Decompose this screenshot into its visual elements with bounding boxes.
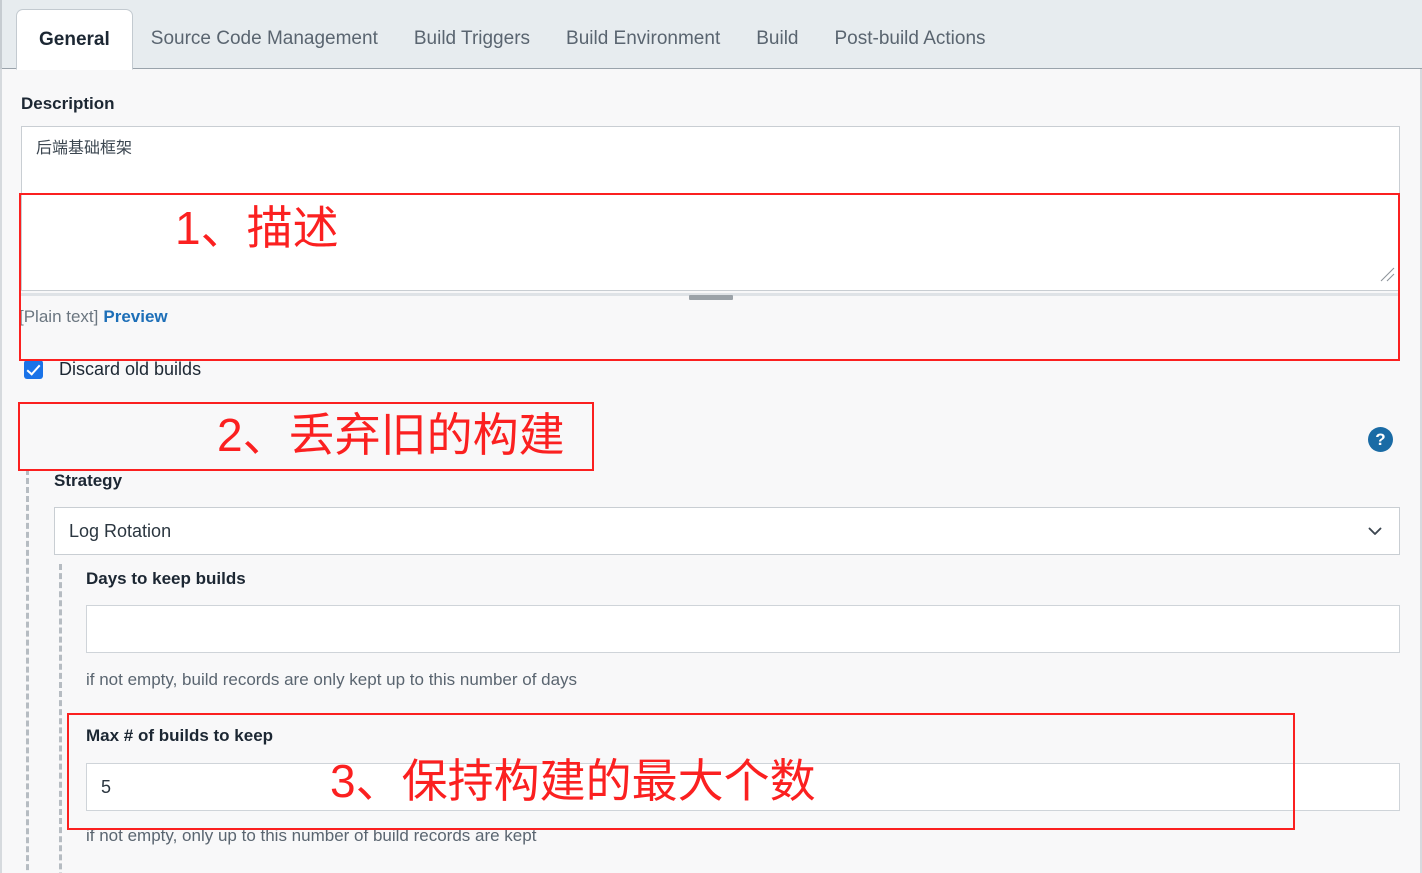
strategy-label: Strategy [54,471,123,490]
tab-build[interactable]: Build [738,8,816,69]
chevron-down-icon [1368,527,1382,535]
max-builds-to-keep-label: Max # of builds to keep [86,726,274,745]
plain-text-label: [Plain text] [19,307,99,326]
tab-post-build-actions[interactable]: Post-build Actions [816,8,1003,69]
days-to-keep-label: Days to keep builds [86,569,246,588]
config-tab-bar: General Source Code Management Build Tri… [0,0,1422,70]
textarea-drag-handle[interactable] [689,295,733,300]
nesting-guide-line-inner [59,564,62,873]
tabbar-left-edge [0,0,2,69]
nesting-guide-line-outer [26,469,29,873]
tab-general[interactable]: General [16,9,133,70]
markup-mode-row: [Plain text] Preview [19,307,168,327]
strategy-selected-value: Log Rotation [69,520,172,541]
description-textarea[interactable] [21,126,1400,291]
strategy-select[interactable]: Log Rotation [54,507,1400,555]
max-builds-to-keep-input[interactable] [86,763,1400,811]
tab-source-code-management[interactable]: Source Code Management [133,8,396,69]
discard-old-builds-row[interactable]: Discard old builds [24,359,201,380]
general-tab-panel: Description [Plain text]Preview Discard … [0,69,1422,873]
days-to-keep-hint: if not empty, build records are only kep… [86,670,578,689]
content-left-edge [0,69,2,873]
description-label: Description [21,94,115,113]
tab-build-environment[interactable]: Build Environment [548,8,738,69]
help-question-icon[interactable]: ? [1368,427,1393,452]
tab-list: General Source Code Management Build Tri… [16,8,1004,70]
annotation-box-discard-old-builds [18,402,594,471]
discard-old-builds-checkbox[interactable] [24,360,43,379]
preview-link[interactable]: Preview [103,307,167,326]
annotation-label-2: 2、丢弃旧的构建 [217,409,565,461]
tab-build-triggers[interactable]: Build Triggers [396,8,548,69]
days-to-keep-input[interactable] [86,605,1400,653]
discard-old-builds-label[interactable]: Discard old builds [59,359,201,380]
max-builds-to-keep-hint: if not empty, only up to this number of … [86,826,537,845]
jenkins-job-config-page: General Source Code Management Build Tri… [0,0,1422,873]
